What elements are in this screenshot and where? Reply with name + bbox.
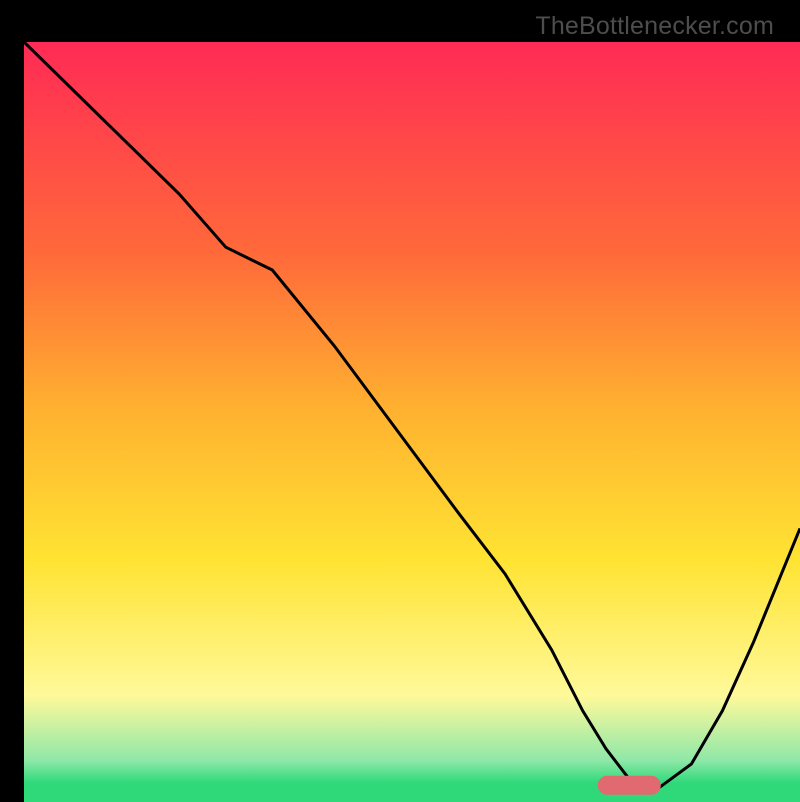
optimal-range-marker — [598, 776, 660, 794]
bottleneck-chart — [24, 42, 800, 802]
chart-frame: TheBottlenecker.com — [12, 12, 788, 788]
watermark-text: TheBottlenecker.com — [535, 12, 774, 41]
plot-area — [24, 42, 800, 802]
